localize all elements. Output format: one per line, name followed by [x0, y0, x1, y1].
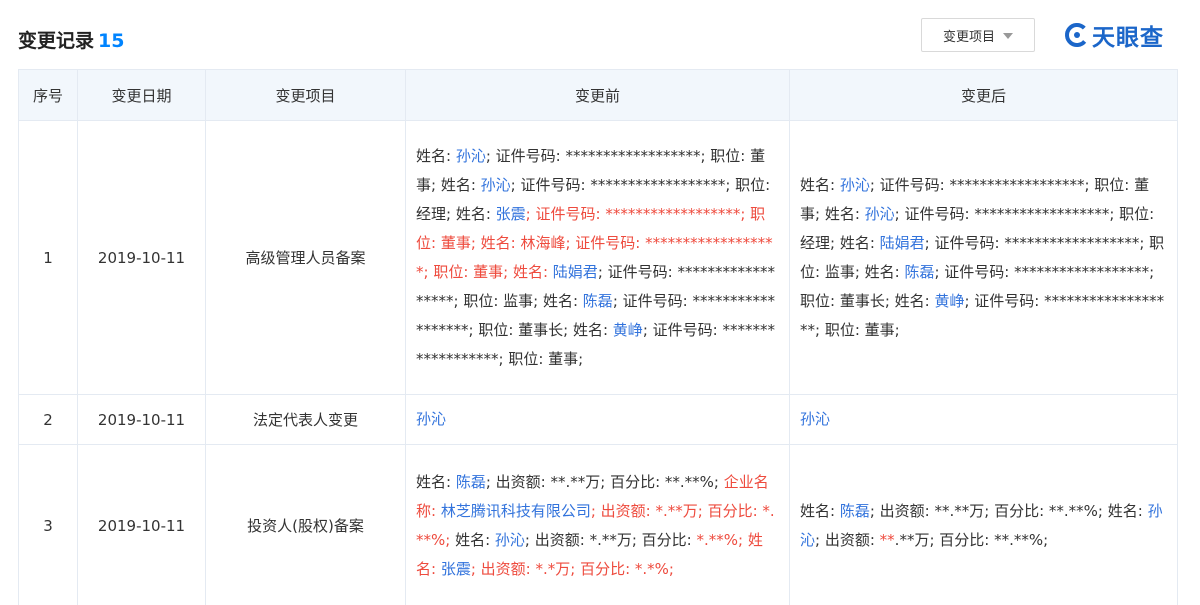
row-after-content: 姓名: 孙沁; 证件号码: ******************; 职位: 董事…	[789, 120, 1178, 395]
row-before-content: 姓名: 陈磊; 出资额: **.**万; 百分比: **.**%; 企业名称: …	[405, 444, 790, 605]
detail-text: 姓名:	[800, 501, 840, 520]
tianyancha-logo-icon	[1065, 23, 1089, 47]
person-name-link[interactable]: 张震	[496, 205, 526, 223]
person-name-link[interactable]: 林芝腾讯科技有限公司	[441, 502, 591, 520]
person-name-link[interactable]: 陈磊	[904, 263, 934, 281]
row-before-content: 姓名: 孙沁; 证件号码: ******************; 职位: 董事…	[405, 120, 790, 395]
detail-text: ; 出资额: **.**万; 百分比: **.**%; 姓名:	[869, 501, 1148, 520]
column-header-index: 序号	[18, 69, 78, 121]
row-before-content: 孙沁	[405, 394, 790, 445]
row-date: 2019-10-11	[77, 394, 206, 445]
column-header-item: 变更项目	[205, 69, 406, 121]
person-name-link[interactable]: 孙沁	[865, 205, 895, 223]
tianyancha-logo[interactable]: 天眼查	[1064, 19, 1164, 51]
change-item-filter-button[interactable]: 变更项目	[921, 18, 1035, 52]
row-date: 2019-10-11	[77, 444, 206, 605]
detail-text: 姓名:	[450, 530, 495, 549]
person-name-link[interactable]: 黄峥	[934, 292, 964, 310]
row-change-item: 投资人(股权)备案	[205, 444, 406, 605]
detail-text: 姓名:	[800, 175, 840, 194]
person-name-link[interactable]: 陈磊	[456, 473, 486, 491]
page-header: 变更记录 15 变更项目 天眼查	[0, 0, 1200, 70]
detail-text: ; 出资额:	[815, 530, 880, 549]
row-index: 3	[18, 444, 78, 605]
row-after-content: 姓名: 陈磊; 出资额: **.**万; 百分比: **.**%; 姓名: 孙沁…	[789, 444, 1178, 605]
person-name-link[interactable]: 孙沁	[416, 410, 446, 428]
detail-text: ; 出资额: **.**万; 百分比: **.**%;	[485, 472, 724, 491]
person-name-link[interactable]: 孙沁	[456, 147, 486, 165]
changed-text: **	[879, 530, 895, 549]
changed-text: ; 出资额: *.*万; 百分比: *.*%;	[470, 559, 674, 578]
row-index: 1	[18, 120, 78, 395]
page-title: 变更记录 15	[18, 26, 124, 53]
person-name-link[interactable]: 孙沁	[840, 176, 870, 194]
row-index: 2	[18, 394, 78, 445]
person-name-link[interactable]: 孙沁	[800, 410, 830, 428]
row-change-item: 法定代表人变更	[205, 394, 406, 445]
detail-text: 姓名:	[416, 146, 456, 165]
logo-text: 天眼查	[1092, 25, 1164, 51]
detail-text: 姓名:	[416, 472, 456, 491]
row-after-content: 孙沁	[789, 394, 1178, 445]
column-header-after: 变更后	[789, 69, 1178, 121]
table-row: 1 2019-10-11 高级管理人员备案 姓名: 孙沁; 证件号码: ****…	[18, 120, 1178, 395]
person-name-link[interactable]: 陈磊	[840, 502, 870, 520]
person-name-link[interactable]: 孙沁	[481, 176, 511, 194]
column-header-date: 变更日期	[77, 69, 206, 121]
column-header-before: 变更前	[405, 69, 790, 121]
person-name-link[interactable]: 陈磊	[583, 292, 613, 310]
detail-text: .**万; 百分比: **.**%;	[894, 530, 1049, 549]
row-date: 2019-10-11	[77, 120, 206, 395]
table-row: 2 2019-10-11 法定代表人变更 孙沁 孙沁	[18, 394, 1178, 445]
row-change-item: 高级管理人员备案	[205, 120, 406, 395]
change-records-table: 序号 变更日期 变更项目 变更前 变更后 1 2019-10-11 高级管理人员…	[18, 69, 1178, 605]
person-name-link[interactable]: 孙沁	[495, 531, 525, 549]
table-header-row: 序号 变更日期 变更项目 变更前 变更后	[18, 69, 1178, 121]
detail-text: ; 出资额: *.**万; 百分比:	[524, 530, 697, 549]
person-name-link[interactable]: 陆娟君	[880, 234, 925, 252]
title-text: 变更记录	[18, 30, 95, 52]
caret-down-icon	[1003, 33, 1013, 39]
record-count: 15	[98, 30, 125, 52]
filter-label: 变更项目	[942, 29, 995, 45]
table-row: 3 2019-10-11 投资人(股权)备案 姓名: 陈磊; 出资额: **.*…	[18, 444, 1178, 605]
person-name-link[interactable]: 陆娟君	[553, 263, 598, 281]
person-name-link[interactable]: 张震	[441, 560, 471, 578]
person-name-link[interactable]: 黄峥	[613, 321, 643, 339]
